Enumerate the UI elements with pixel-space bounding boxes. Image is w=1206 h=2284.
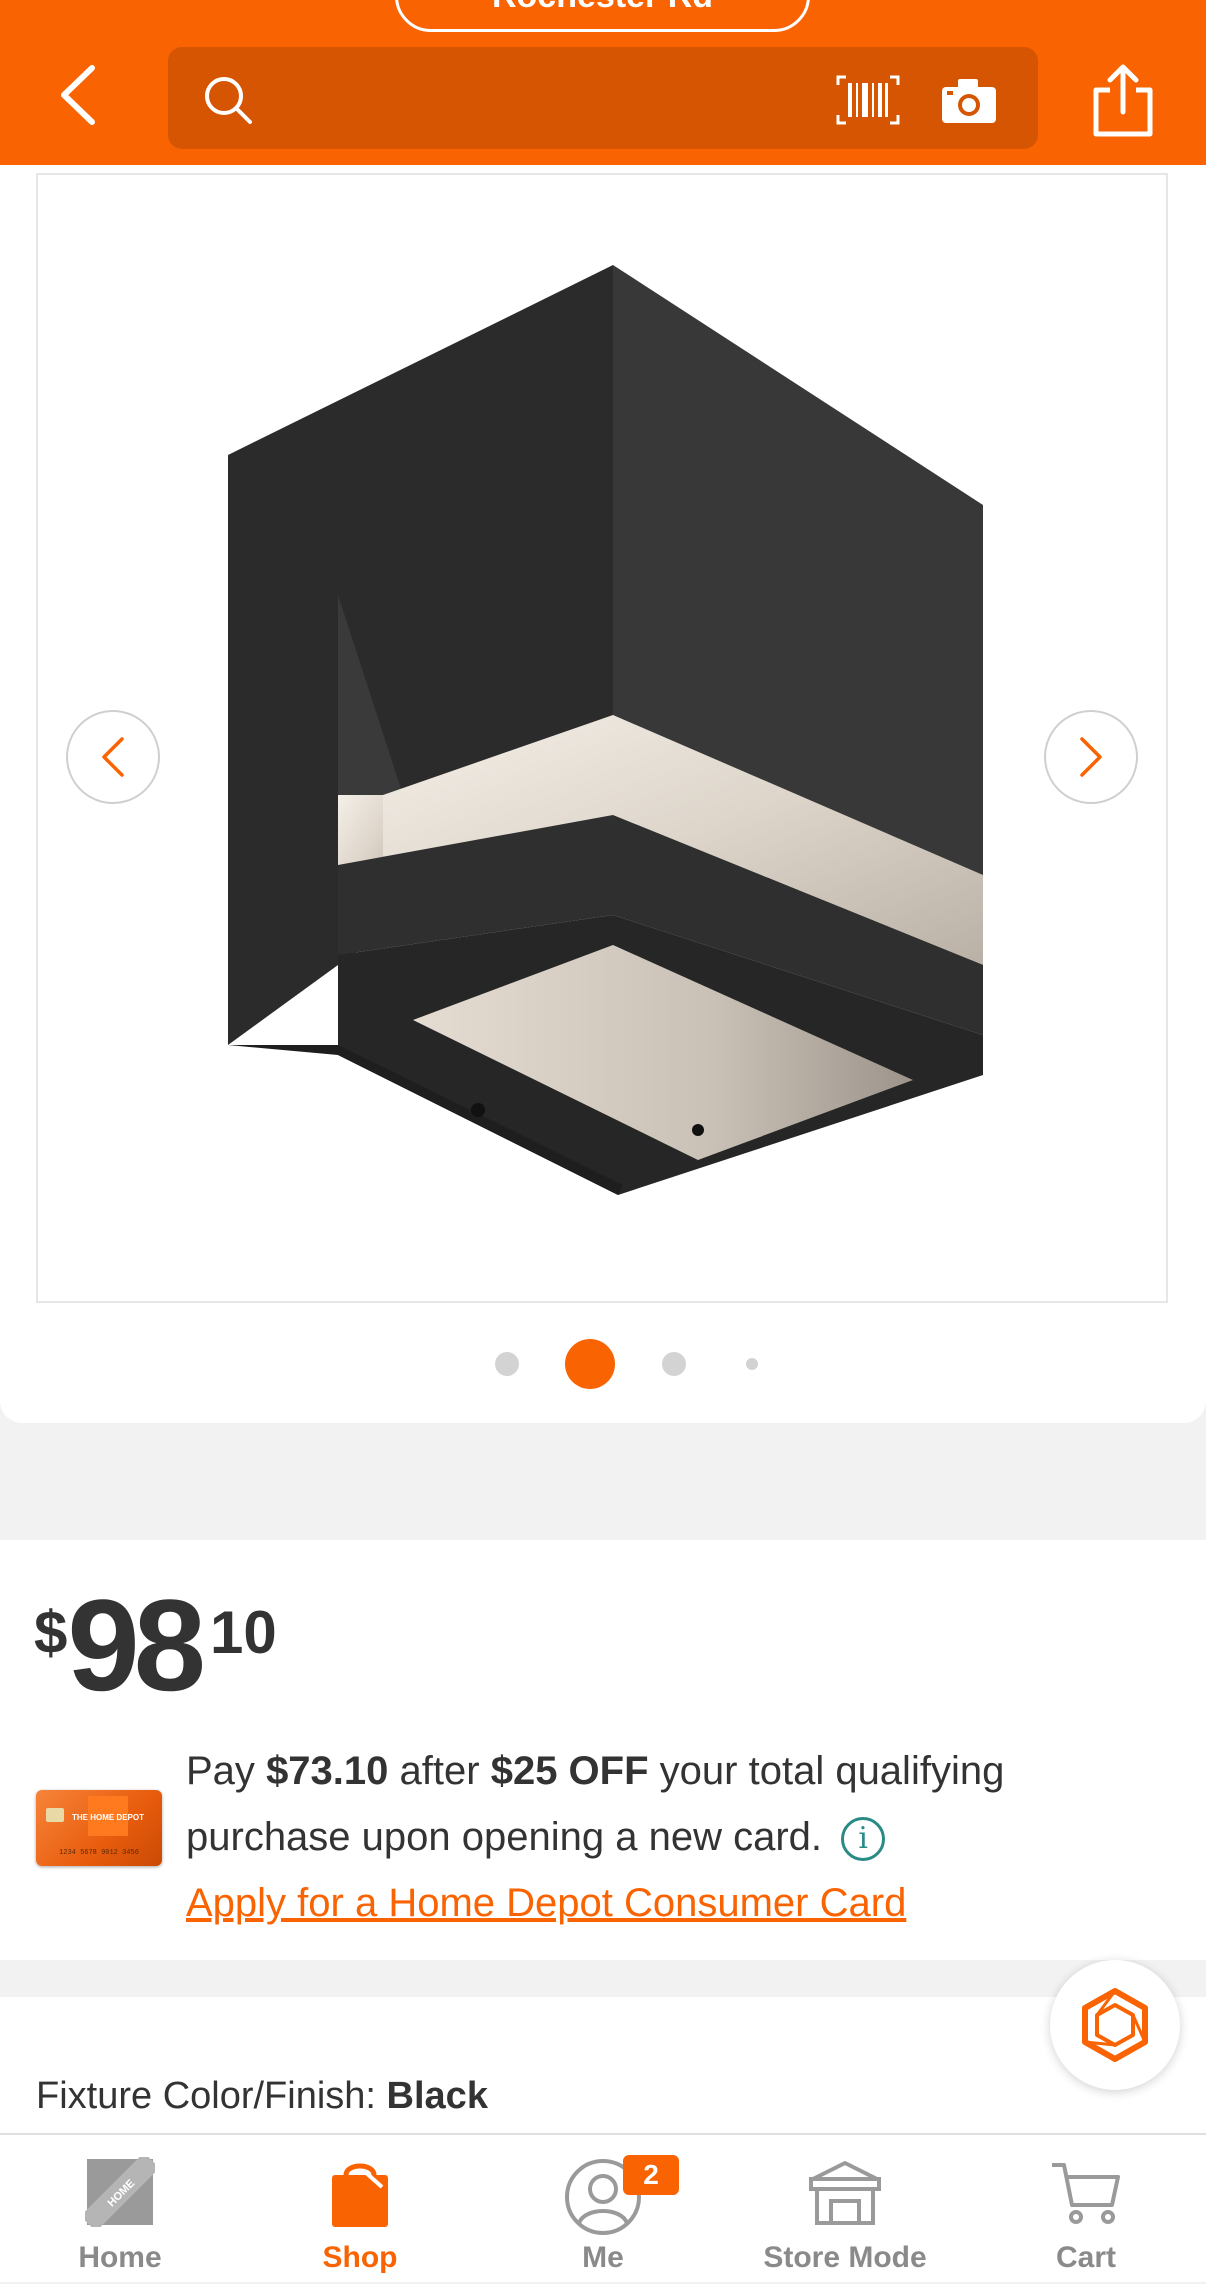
offer-after: after — [399, 1749, 480, 1793]
card-brand: THE HOME DEPOT — [72, 1813, 144, 1822]
home-depot-logo-icon: HOME — [85, 2157, 155, 2227]
price-dollars: 98 — [67, 1572, 206, 1718]
store-selector[interactable]: Rochester Rd — [395, 0, 810, 32]
search-icon — [205, 77, 252, 124]
app-header: Rochester Rd — [0, 0, 1206, 165]
offer-pay: Pay — [186, 1749, 255, 1793]
tab-home-label: Home — [78, 2241, 162, 2274]
tab-cart[interactable]: Cart — [966, 2135, 1206, 2284]
store-label: Rochester Rd — [492, 0, 713, 16]
chat-assistant-button[interactable] — [1050, 1960, 1180, 2090]
tab-home[interactable]: HOME Home — [0, 2135, 240, 2284]
tab-shop[interactable]: Shop — [240, 2135, 480, 2284]
cart-icon — [1052, 2163, 1120, 2224]
product-image[interactable] — [36, 173, 1168, 1303]
camera-icon[interactable] — [940, 75, 998, 125]
chevron-right-icon — [1080, 737, 1102, 777]
fixture-color-value: Black — [386, 2075, 488, 2117]
tab-store-mode-label: Store Mode — [763, 2241, 927, 2274]
info-icon[interactable]: i — [841, 1817, 886, 1862]
product-gallery — [0, 165, 1206, 1423]
next-image-button[interactable] — [1044, 710, 1138, 804]
product-price: $ 98 10 — [34, 1580, 277, 1710]
tab-store-mode[interactable]: Store Mode — [725, 2135, 965, 2284]
card-number: 1234 5678 9012 3456 — [59, 1849, 139, 1857]
fixture-color-label: Fixture Color/Finish: — [36, 2075, 376, 2117]
store-icon — [809, 2161, 881, 2225]
credit-card-image: THE HOME DEPOT 1234 5678 9012 3456 — [36, 1790, 162, 1866]
chevron-left-icon — [102, 737, 124, 777]
tab-cart-label: Cart — [1055, 2241, 1116, 2274]
apply-card-link[interactable]: Apply for a Home Depot Consumer Card — [186, 1881, 906, 1925]
back-icon — [61, 65, 95, 125]
fixture-color-row: Fixture Color/Finish: Black — [36, 2075, 488, 2118]
price-cents: 10 — [209, 1599, 277, 1666]
notification-badge: 2 — [623, 2155, 679, 2195]
shop-icon — [332, 2163, 388, 2227]
search-input[interactable] — [168, 47, 1038, 149]
tab-me[interactable]: 2 Me — [483, 2135, 723, 2284]
wall-light-image — [228, 265, 983, 1195]
price-section: $ 98 10 THE HOME DEPOT 1234 5678 9012 34… — [0, 1540, 1206, 1960]
bottom-tab-bar: HOME Home Shop 2 Me Store Mode Cart — [0, 2133, 1206, 2282]
pagination-dot[interactable] — [662, 1352, 686, 1376]
tab-me-label: Me — [582, 2241, 624, 2274]
spec-section: Fixture Color/Finish: Black — [0, 1997, 1206, 2137]
image-pagination — [0, 1335, 1206, 1395]
previous-image-button[interactable] — [66, 710, 160, 804]
offer-discount: $25 OFF — [490, 1749, 649, 1793]
pagination-dot[interactable] — [495, 1352, 519, 1376]
barcode-icon[interactable] — [836, 75, 900, 125]
pagination-dot-active[interactable] — [565, 1339, 615, 1389]
share-button[interactable] — [1088, 62, 1158, 140]
card-offer-text: Pay $73.10 after $25 OFF your total qual… — [186, 1738, 1106, 1936]
hexagon-assistant-icon — [1082, 1988, 1148, 2062]
tab-shop-label: Shop — [322, 2241, 398, 2274]
offer-pay-amount: $73.10 — [266, 1749, 389, 1793]
back-button[interactable] — [50, 60, 110, 130]
pagination-dot[interactable] — [746, 1358, 758, 1370]
price-dollar-sign: $ — [34, 1599, 68, 1666]
share-icon — [1093, 64, 1153, 137]
